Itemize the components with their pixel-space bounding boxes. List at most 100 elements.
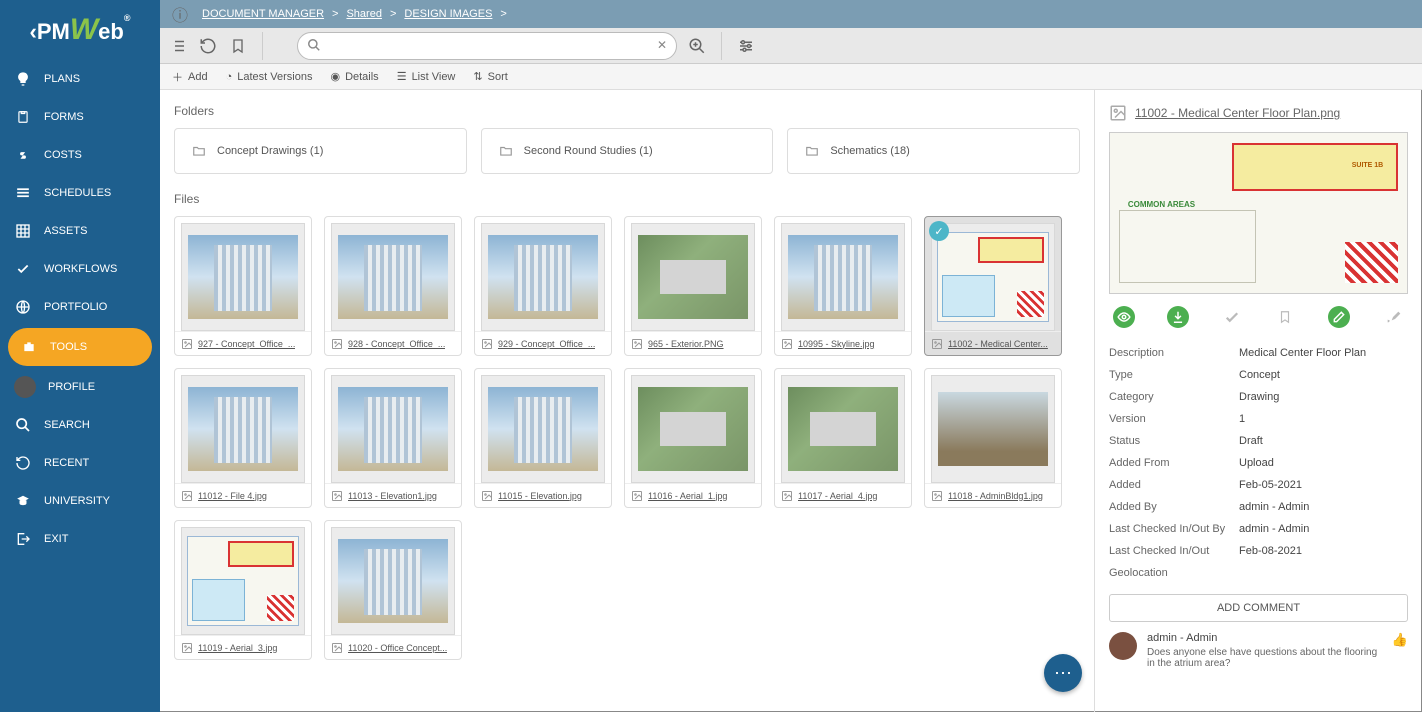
details-title[interactable]: 11002 - Medical Center Floor Plan.png	[1135, 106, 1340, 120]
nav-assets[interactable]: ASSETS	[0, 212, 160, 250]
meta-value: Drawing	[1239, 391, 1408, 403]
file-name: 965 - Exterior.PNG	[648, 339, 724, 349]
file-tile[interactable]: 11012 - File 4.jpg	[174, 368, 312, 508]
image-icon	[181, 490, 193, 502]
file-name: 928 - Concept_Office_...	[348, 339, 445, 349]
file-tile[interactable]: 928 - Concept_Office_...	[324, 216, 462, 356]
nav-recent[interactable]: RECENT	[0, 444, 160, 482]
file-name: 11019 - Aerial_3.jpg	[198, 643, 277, 653]
nav-workflows[interactable]: WORKFLOWS	[0, 250, 160, 288]
list-view-button[interactable]: ☰ List View	[397, 70, 456, 83]
folder-tile[interactable]: Schematics (18)	[787, 128, 1080, 174]
zoom-in-icon[interactable]	[687, 36, 707, 56]
meta-row: Geolocation	[1109, 562, 1408, 584]
download-action-icon[interactable]	[1167, 306, 1189, 328]
nav-forms[interactable]: FORMS	[0, 98, 160, 136]
file-tile[interactable]: 11018 - AdminBldg1.jpg	[924, 368, 1062, 508]
sidebar: ‹PMWeb® PLANSFORMSCOSTSSCHEDULESASSETSWO…	[0, 0, 160, 712]
file-tile[interactable]: 11019 - Aerial_3.jpg	[174, 520, 312, 660]
meta-label: Geolocation	[1109, 567, 1239, 579]
add-button[interactable]: ＋ Add	[172, 69, 208, 85]
meta-row: StatusDraft	[1109, 430, 1408, 452]
breadcrumb-item[interactable]: DOCUMENT MANAGER	[202, 8, 324, 20]
file-tile[interactable]: 929 - Concept_Office_...	[474, 216, 612, 356]
file-thumbnail	[481, 375, 605, 483]
meta-label: Version	[1109, 413, 1239, 425]
nav-costs[interactable]: COSTS	[0, 136, 160, 174]
file-tile[interactable]: 11017 - Aerial_4.jpg	[774, 368, 912, 508]
nav-label: FORMS	[44, 111, 84, 123]
meta-value: Feb-05-2021	[1239, 479, 1408, 491]
image-icon	[181, 642, 193, 654]
view-action-icon[interactable]	[1113, 306, 1135, 328]
clear-search-icon[interactable]: ✕	[657, 38, 667, 52]
image-icon	[331, 642, 343, 654]
details-panel: 11002 - Medical Center Floor Plan.png CO…	[1094, 90, 1422, 712]
bookmark-icon[interactable]	[228, 36, 248, 56]
file-tile[interactable]: 11013 - Elevation1.jpg	[324, 368, 462, 508]
nav-search[interactable]: SEARCH	[0, 406, 160, 444]
file-name: 11013 - Elevation1.jpg	[348, 491, 437, 501]
history-icon	[14, 454, 32, 472]
main-content: Folders Concept Drawings (1)Second Round…	[160, 90, 1094, 712]
file-name: 11018 - AdminBldg1.jpg	[948, 491, 1043, 501]
breadcrumb-item[interactable]: Shared	[346, 8, 381, 20]
meta-row: Added FromUpload	[1109, 452, 1408, 474]
like-icon[interactable]: 👍	[1392, 632, 1408, 669]
nav-exit[interactable]: EXIT	[0, 520, 160, 558]
file-tile[interactable]: 10995 - Skyline.jpg	[774, 216, 912, 356]
details-button[interactable]: ◉ Details	[330, 70, 378, 83]
grid-icon	[14, 222, 32, 240]
image-icon	[931, 338, 943, 350]
meta-row: DescriptionMedical Center Floor Plan	[1109, 342, 1408, 364]
nav-portfolio[interactable]: PORTFOLIO	[0, 288, 160, 326]
search-input[interactable]	[297, 32, 677, 60]
nav-label: ASSETS	[44, 225, 87, 237]
check-action-icon[interactable]	[1221, 306, 1243, 328]
nav-tools[interactable]: TOOLS	[8, 328, 152, 366]
sub-toolbar: ＋ Add ◔ Latest Versions ◉ Details ☰ List…	[160, 64, 1422, 90]
edit-action-icon[interactable]	[1328, 306, 1350, 328]
nav-label: TOOLS	[50, 341, 87, 353]
image-icon	[631, 490, 643, 502]
list-icon[interactable]	[168, 36, 188, 56]
sort-button[interactable]: ⇅ Sort	[473, 70, 507, 83]
folder-tile[interactable]: Second Round Studies (1)	[481, 128, 774, 174]
comment: admin - Admin Does anyone else have ques…	[1109, 632, 1408, 669]
nav-plans[interactable]: PLANS	[0, 60, 160, 98]
nav-label: WORKFLOWS	[44, 263, 117, 275]
nav-label: PLANS	[44, 73, 80, 85]
nav-schedules[interactable]: SCHEDULES	[0, 174, 160, 212]
meta-label: Added From	[1109, 457, 1239, 469]
bookmark-action-icon[interactable]	[1274, 306, 1296, 328]
file-tile[interactable]: 927 - Concept_Office_...	[174, 216, 312, 356]
file-tile[interactable]: 11015 - Elevation.jpg	[474, 368, 612, 508]
folder-tile[interactable]: Concept Drawings (1)	[174, 128, 467, 174]
add-comment-button[interactable]: ADD COMMENT	[1109, 594, 1408, 622]
file-tile[interactable]: ✓11002 - Medical Center...	[924, 216, 1062, 356]
image-icon	[781, 490, 793, 502]
file-name: 11012 - File 4.jpg	[198, 491, 267, 501]
latest-versions-button[interactable]: ◔ Latest Versions	[226, 71, 313, 83]
file-thumbnail	[331, 527, 455, 635]
meta-label: Status	[1109, 435, 1239, 447]
exit-icon	[14, 530, 32, 548]
file-thumbnail	[931, 223, 1055, 331]
meta-row: Last Checked In/Out Byadmin - Admin	[1109, 518, 1408, 540]
settings-sliders-icon[interactable]	[736, 36, 756, 56]
file-tile[interactable]: 965 - Exterior.PNG	[624, 216, 762, 356]
file-tile[interactable]: 11016 - Aerial_1.jpg	[624, 368, 762, 508]
file-name: 11017 - Aerial_4.jpg	[798, 491, 877, 501]
nav-university[interactable]: UNIVERSITY	[0, 482, 160, 520]
info-icon[interactable]: ⓘ	[170, 4, 190, 24]
breadcrumb-item[interactable]: DESIGN IMAGES	[404, 8, 492, 20]
file-tile[interactable]: 11020 - Office Concept...	[324, 520, 462, 660]
meta-row: TypeConcept	[1109, 364, 1408, 386]
fab-more-button[interactable]: ⋯	[1044, 654, 1082, 692]
meta-value: Draft	[1239, 435, 1408, 447]
meta-value: Medical Center Floor Plan	[1239, 347, 1408, 359]
image-icon	[331, 490, 343, 502]
nav-profile[interactable]: PROFILE	[0, 368, 160, 406]
brush-action-icon[interactable]	[1382, 306, 1404, 328]
history-icon[interactable]	[198, 36, 218, 56]
